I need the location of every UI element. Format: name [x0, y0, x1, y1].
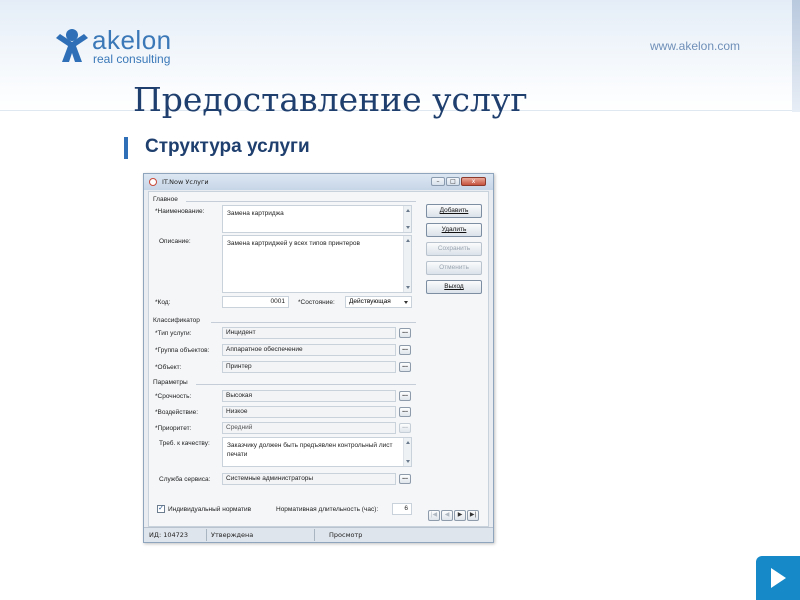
slide-title: Предоставление услуг: [133, 80, 528, 119]
description-value: Замена картриджей у всех типов принтеров: [227, 240, 360, 247]
service-desk-browse-button[interactable]: ...: [399, 474, 411, 484]
priority-label: *Приоритет:: [155, 425, 192, 432]
window-titlebar: IT.Now Услуги – □ x: [144, 174, 493, 190]
service-type-label: *Тип услуги:: [155, 330, 192, 337]
next-slide-button[interactable]: [756, 556, 800, 600]
description-label: Описание:: [159, 238, 191, 245]
section-divider: [211, 322, 416, 323]
akelon-logo-icon: [56, 29, 88, 62]
impact-label: *Воздействие:: [155, 409, 199, 416]
description-textarea[interactable]: Замена картриджей у всех типов принтеров: [222, 235, 412, 293]
site-url-link[interactable]: www.akelon.com: [650, 39, 740, 53]
status-separator: [314, 529, 315, 541]
add-button[interactable]: Добавить: [426, 204, 482, 218]
object-field[interactable]: Принтер: [222, 361, 396, 373]
object-label: *Объект:: [155, 364, 182, 371]
slide-subtitle: Структура услуги: [145, 136, 310, 157]
object-browse-button[interactable]: ...: [399, 362, 411, 372]
status-mode: Просмотр: [329, 531, 363, 539]
subtitle-accent-bar: [124, 137, 128, 159]
brand-name: akelon: [92, 25, 172, 55]
quality-req-label: Треб. к качеству:: [159, 440, 210, 447]
section-divider: [196, 384, 416, 385]
urgency-browse-button[interactable]: ...: [399, 391, 411, 401]
cancel-button: Отменить: [426, 261, 482, 275]
section-classifier: Классификатор: [153, 317, 200, 324]
brand-tagline: real consulting: [93, 52, 171, 66]
status-state: Утверждена: [211, 531, 254, 539]
state-label: *Состояние:: [298, 299, 335, 306]
quality-req-textarea[interactable]: Заказчику должен быть предъявлен контрол…: [222, 437, 412, 467]
delete-button[interactable]: Удалить: [426, 223, 482, 237]
object-group-browse-button[interactable]: ...: [399, 345, 411, 355]
service-desk-label: Служба сервиса:: [159, 476, 211, 483]
description-scrollbar[interactable]: [403, 236, 411, 292]
service-type-browse-button[interactable]: ...: [399, 328, 411, 338]
state-select[interactable]: Действующая: [345, 296, 412, 308]
header-edge-decoration: [792, 0, 800, 112]
close-button[interactable]: x: [461, 177, 486, 186]
code-field[interactable]: 0001: [222, 296, 289, 308]
urgency-field[interactable]: Высокая: [222, 390, 396, 402]
name-value: Замена картриджа: [227, 210, 284, 217]
maximize-button[interactable]: □: [446, 177, 460, 186]
chevron-down-icon: [404, 301, 408, 304]
state-value: Действующая: [349, 298, 391, 305]
first-record-icon[interactable]: |◀: [428, 510, 440, 521]
minimize-button[interactable]: –: [431, 177, 445, 186]
quality-req-value: Заказчику должен быть предъявлен контрол…: [227, 442, 393, 458]
urgency-label: *Срочность:: [155, 393, 192, 400]
exit-button[interactable]: Выход: [426, 280, 482, 294]
service-type-field[interactable]: Инцидент: [222, 327, 396, 339]
next-record-icon[interactable]: ▶: [454, 510, 466, 521]
priority-field: Средний: [222, 422, 396, 434]
name-scrollbar[interactable]: [403, 206, 411, 232]
app-icon: [149, 178, 157, 186]
service-desk-field[interactable]: Системные администраторы: [222, 473, 396, 485]
impact-browse-button[interactable]: ...: [399, 407, 411, 417]
window-title: IT.Now Услуги: [162, 178, 209, 186]
last-record-icon[interactable]: ▶|: [467, 510, 479, 521]
impact-field[interactable]: Низкое: [222, 406, 396, 418]
code-label: *Код:: [155, 299, 171, 306]
save-button: Сохранить: [426, 242, 482, 256]
individual-norm-checkbox[interactable]: ✓: [157, 505, 165, 513]
name-label: *Наименование:: [155, 208, 205, 215]
object-group-field[interactable]: Аппаратное обеспечение: [222, 344, 396, 356]
object-group-label: *Группа объектов:: [155, 347, 210, 354]
quality-req-scrollbar[interactable]: [403, 438, 411, 466]
status-bar: ИД: 104723 Утверждена Просмотр: [144, 527, 493, 542]
status-id: ИД: 104723: [149, 531, 189, 539]
individual-norm-label: Индивидуальный норматив: [168, 506, 252, 513]
section-main: Главное: [153, 196, 178, 203]
section-divider: [186, 201, 416, 202]
section-parameters: Параметры: [153, 379, 188, 386]
name-textarea[interactable]: Замена картриджа: [222, 205, 412, 233]
play-arrow-icon: [771, 568, 786, 588]
status-separator: [206, 529, 207, 541]
norm-duration-label: Нормативная длительность (час):: [276, 506, 379, 513]
norm-duration-field[interactable]: 6: [392, 503, 412, 515]
priority-browse-button: ...: [399, 423, 411, 433]
previous-record-icon[interactable]: ◀: [441, 510, 453, 521]
